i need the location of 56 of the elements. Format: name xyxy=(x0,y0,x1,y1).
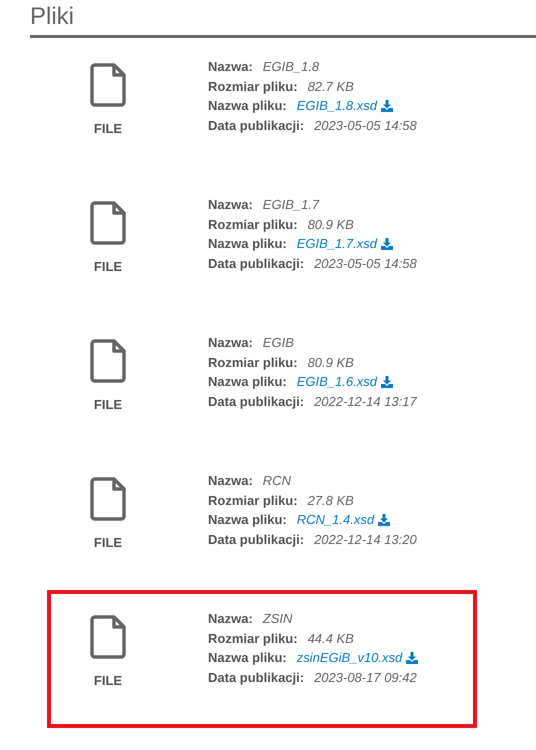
download-icon[interactable] xyxy=(380,100,393,112)
field-value: 80.9 KB xyxy=(308,216,354,232)
field-label: Rozmiar pliku: xyxy=(208,78,298,94)
field-value: 27.8 KB xyxy=(308,492,354,508)
field-value: 2022-12-14 13:20 xyxy=(314,532,417,547)
file-link[interactable]: EGIB_1.7.xsd xyxy=(296,236,377,252)
field-value: 80.9 KB xyxy=(308,354,354,370)
field-label: Nazwa: xyxy=(208,611,253,626)
document-icon xyxy=(90,201,126,245)
field-label: Nazwa pliku: xyxy=(208,236,287,252)
field-label: Data publikacji: xyxy=(208,256,304,271)
field-value: EGIB_1.8 xyxy=(262,59,320,74)
file-link[interactable]: EGIB_1.8.xsd xyxy=(296,98,377,114)
file-link[interactable]: RCN_1.4.xsd xyxy=(296,512,374,528)
field-label: Nazwa: xyxy=(208,335,253,350)
file-type-label: FILE xyxy=(94,397,122,413)
download-icon[interactable] xyxy=(380,376,393,388)
field-label: Data publikacji: xyxy=(208,532,304,547)
field-label: Rozmiar pliku: xyxy=(208,630,298,646)
file-type-label: FILE xyxy=(94,673,122,689)
section-title: Pliki xyxy=(30,0,536,38)
field-value: 2023-05-05 14:58 xyxy=(314,256,417,271)
field-value: 2022-12-14 13:17 xyxy=(314,394,417,409)
field-label: Nazwa: xyxy=(208,59,253,74)
field-value: EGIB_1.7 xyxy=(262,197,320,212)
field-label: Data publikacji: xyxy=(208,394,304,409)
field-value: EGIB xyxy=(262,335,294,350)
field-label: Rozmiar pliku: xyxy=(208,216,298,232)
field-value: RCN xyxy=(262,473,291,488)
field-label: Nazwa: xyxy=(208,197,253,212)
download-icon[interactable] xyxy=(380,238,393,250)
document-icon xyxy=(90,477,126,521)
file-type-label: FILE xyxy=(94,121,122,137)
file-link[interactable]: zsinEGiB_v10.xsd xyxy=(296,650,402,666)
field-value: 2023-08-17 09:42 xyxy=(314,670,417,685)
file-link[interactable]: EGIB_1.6.xsd xyxy=(296,374,377,390)
download-icon[interactable] xyxy=(406,652,418,664)
field-label: Data publikacji: xyxy=(208,670,304,685)
document-icon xyxy=(90,63,126,107)
download-icon[interactable] xyxy=(378,514,390,526)
field-label: Rozmiar pliku: xyxy=(208,354,298,370)
field-value: 44.4 KB xyxy=(308,630,354,646)
field-value: 82.7 KB xyxy=(308,78,354,94)
file-type-label: FILE xyxy=(94,259,122,275)
file-type-label: FILE xyxy=(94,535,122,551)
field-label: Rozmiar pliku: xyxy=(208,492,298,508)
field-label: Nazwa: xyxy=(208,473,253,488)
document-icon xyxy=(90,615,126,659)
field-value: ZSIN xyxy=(262,611,292,626)
field-label: Nazwa pliku: xyxy=(208,512,287,528)
field-label: Nazwa pliku: xyxy=(208,650,287,666)
field-value: 2023-05-05 14:58 xyxy=(314,118,417,133)
field-label: Data publikacji: xyxy=(208,118,304,133)
document-icon xyxy=(90,339,126,383)
field-label: Nazwa pliku: xyxy=(208,98,287,114)
field-label: Nazwa pliku: xyxy=(208,374,287,390)
